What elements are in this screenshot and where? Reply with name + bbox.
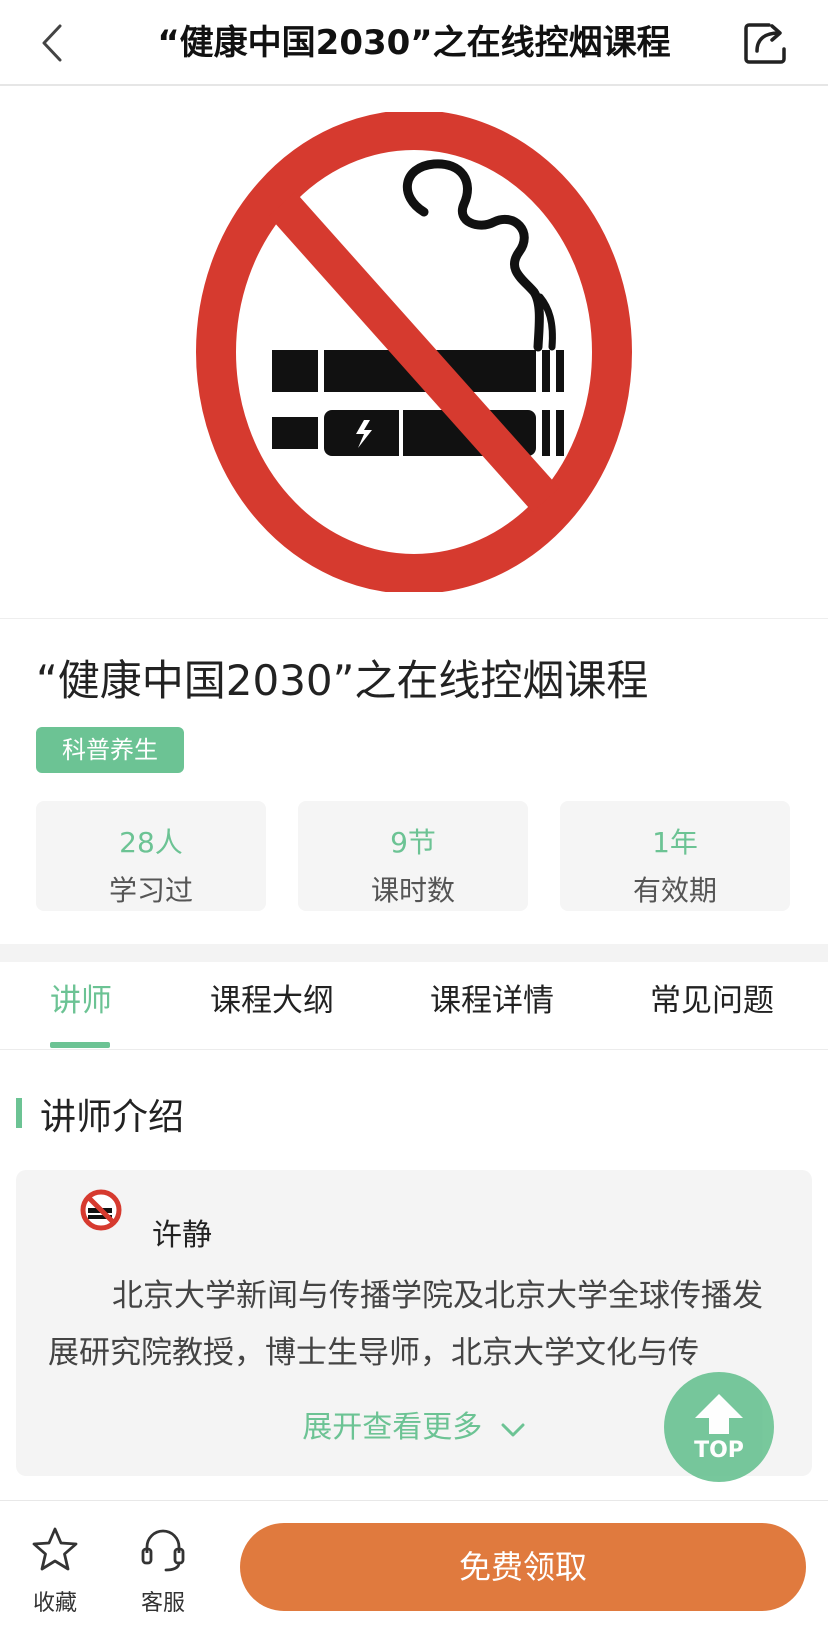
course-title: “健康中国2030”之在线控烟课程 [36, 656, 649, 705]
avatar [56, 1186, 146, 1234]
section-divider [0, 944, 828, 962]
stat-label: 课时数 [370, 874, 455, 907]
back-chevron-icon [42, 24, 62, 62]
header-bar: “健康中国2030”之在线控烟课程 [0, 0, 828, 86]
chevron-down-icon [500, 1411, 526, 1446]
back-button[interactable] [30, 18, 74, 68]
arrow-up-icon [695, 1393, 743, 1434]
service-label: 客服 [140, 1591, 185, 1616]
stat-value: 28人 [119, 826, 183, 859]
tab-lecturer[interactable]: 讲师 [50, 962, 112, 1050]
star-icon [32, 1527, 78, 1571]
stat-lessons: 9节 课时数 [298, 801, 528, 911]
headset-icon [141, 1529, 185, 1572]
share-button[interactable] [740, 18, 790, 68]
lecturer-name: 许静 [152, 1218, 212, 1253]
bottom-action-bar: 收藏 客服 免费领取 [0, 1500, 828, 1637]
page-title: “健康中国2030”之在线控烟课程 [157, 23, 671, 63]
section-accent-bar [16, 1098, 22, 1128]
stat-learners: 28人 学习过 [36, 801, 266, 911]
tab-faq[interactable]: 常见问题 [650, 962, 774, 1050]
stat-value: 9节 [390, 826, 436, 859]
active-tab-indicator [50, 1042, 110, 1048]
section-title: 讲师介绍 [40, 1097, 185, 1138]
back-to-top-button[interactable]: TOP [664, 1372, 774, 1482]
expand-more-label: 展开查看更多 [302, 1410, 483, 1445]
stat-value: 1年 [652, 826, 698, 859]
no-smoking-icon [196, 112, 632, 592]
tab-details[interactable]: 课程详情 [430, 962, 554, 1050]
stat-label: 有效期 [632, 874, 717, 907]
customer-service-button[interactable]: 客服 [128, 1521, 198, 1617]
favorite-label: 收藏 [32, 1591, 77, 1616]
course-cover-image [0, 88, 828, 616]
share-icon [744, 23, 786, 64]
tab-outline[interactable]: 课程大纲 [210, 962, 334, 1050]
stat-label: 学习过 [108, 874, 193, 907]
course-info-panel: “健康中国2030”之在线控烟课程 科普养生 28人 学习过 9节 课时数 1年… [0, 618, 828, 944]
course-tabs: 讲师 课程大纲 课程详情 常见问题 [0, 962, 828, 1050]
top-label: TOP [694, 1437, 744, 1463]
stat-validity: 1年 有效期 [560, 801, 790, 911]
favorite-button[interactable]: 收藏 [20, 1521, 90, 1617]
category-tag: 科普养生 [36, 727, 184, 773]
no-smoking-avatar-icon [80, 1189, 122, 1231]
claim-free-button[interactable]: 免费领取 [240, 1523, 806, 1611]
lecturer-description: 北京大学新闻与传播学院及北京大学全球传播发展研究院教授，博士生导师，北京大学文化… [48, 1278, 763, 1371]
course-stats: 28人 学习过 9节 课时数 1年 有效期 [36, 801, 792, 911]
